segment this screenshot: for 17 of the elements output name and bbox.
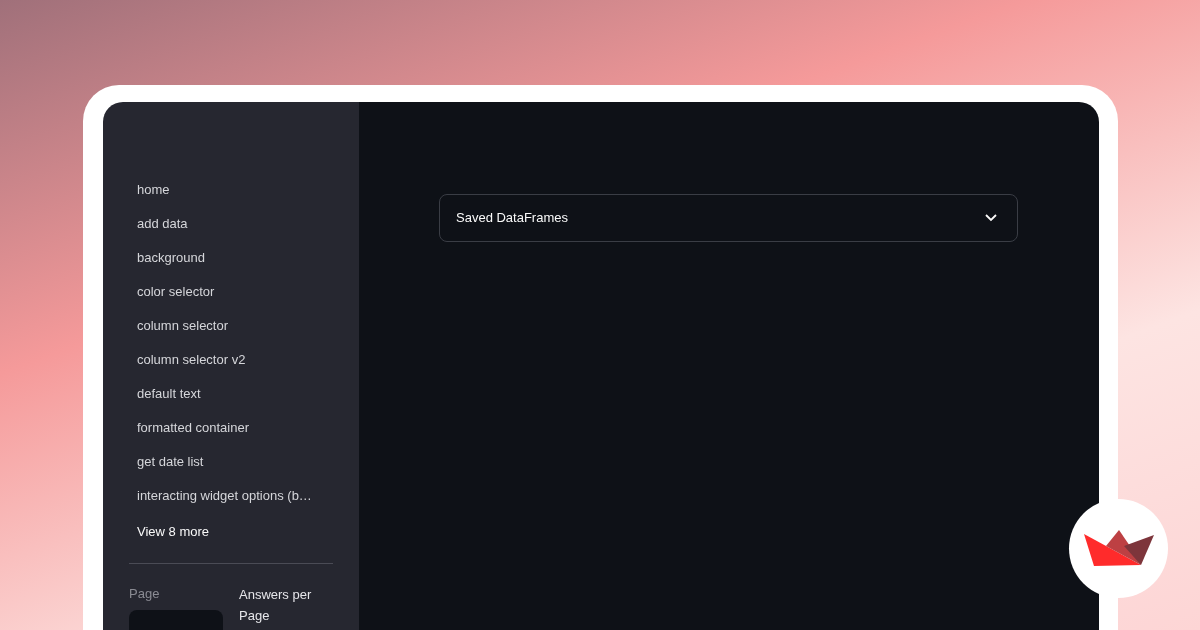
nav-link[interactable]: interacting widget options (b…	[137, 479, 333, 513]
field-label: Page	[129, 585, 161, 603]
nav-link[interactable]: formatted container	[137, 411, 333, 445]
nav-link[interactable]: default text	[137, 377, 333, 411]
chevron-down-icon	[985, 214, 997, 222]
nav-link[interactable]: home	[137, 173, 333, 207]
nav-link[interactable]: color selector	[137, 275, 333, 309]
select-dropdown[interactable]: Saved DataFrames	[439, 194, 1018, 242]
crown-logo-icon	[1083, 529, 1154, 568]
nav-link[interactable]: column selector v2	[137, 343, 333, 377]
nav-link[interactable]: add data	[137, 207, 333, 241]
nav-link[interactable]: get date list	[137, 445, 333, 479]
nav-link[interactable]: column selector	[137, 309, 333, 343]
view-more-link[interactable]: View 8 more	[137, 524, 209, 539]
nav-link[interactable]: background	[137, 241, 333, 275]
field-label: Answers per Page	[239, 586, 313, 625]
page-input[interactable]	[129, 609, 223, 630]
